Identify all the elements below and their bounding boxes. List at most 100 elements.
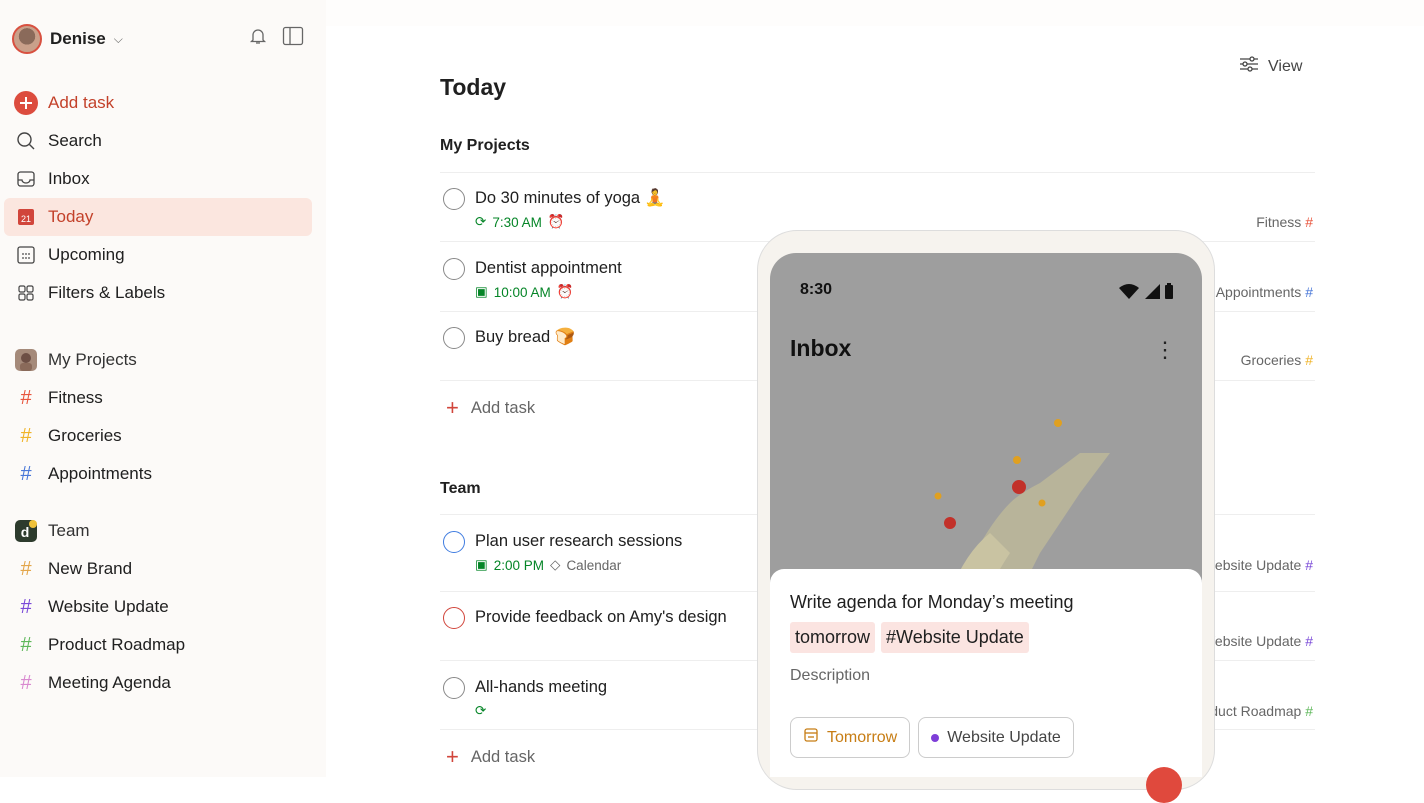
plus-circle-icon [14, 91, 38, 115]
team-logo-icon: d [14, 519, 38, 543]
task-checkbox[interactable] [443, 607, 465, 629]
view-label: View [1268, 57, 1303, 75]
task-checkbox[interactable] [443, 327, 465, 349]
filters-icon [14, 281, 38, 305]
sidebar-nav: Add task Search Inbox 21 Today Upcoming [4, 84, 312, 702]
recurring-icon: ⟳ [475, 703, 487, 718]
task-meta: ⟳ [475, 703, 486, 719]
plus-icon: + [446, 744, 459, 769]
sidebar-item-today[interactable]: 21 Today [4, 198, 312, 236]
task-checkbox[interactable] [443, 188, 465, 210]
calendar-grid-icon [14, 243, 38, 267]
sidebar-section-my-projects[interactable]: My Projects [4, 341, 312, 379]
description-input[interactable]: Description [790, 667, 870, 685]
team-badge-letter: d [21, 524, 30, 540]
date-chip: tomorrow [790, 622, 876, 653]
sidebar-item-groceries[interactable]: # Groceries [4, 417, 312, 455]
task-project-label: Website Update [1201, 557, 1302, 573]
task-project[interactable]: Groceries # [1241, 352, 1313, 368]
task-meta: ▣ 10:00 AM ⏰ [475, 284, 574, 300]
task-checkbox[interactable] [443, 258, 465, 280]
calendar-event-icon: ◇ [550, 557, 561, 572]
task-time: 2:00 PM [493, 557, 545, 573]
task-project-label: Fitness [1256, 214, 1302, 230]
sidebar-section-team[interactable]: d Team [4, 512, 312, 550]
sidebar-section-label: Team [48, 521, 90, 540]
sidebar-item-label: New Brand [48, 559, 133, 578]
sidebar-toggle-icon[interactable] [282, 26, 304, 51]
task-project[interactable]: Fitness # [1256, 214, 1313, 230]
hash-icon: # [1305, 703, 1313, 719]
recurring-icon: ⟳ [475, 214, 487, 229]
chevron-down-icon: ⌵ [113, 31, 123, 46]
task-name: Do 30 minutes of yoga 🧘 [475, 189, 666, 207]
sidebar-item-appointments[interactable]: # Appointments [4, 455, 312, 493]
task-project-label: Website Update [1201, 633, 1302, 649]
sidebar-item-label: Today [48, 207, 94, 226]
add-task-button[interactable]: + Add task [446, 395, 535, 421]
bell-icon[interactable] [248, 26, 268, 51]
sidebar-item-label: Fitness [48, 388, 103, 407]
sidebar-item-add-task[interactable]: Add task [4, 84, 312, 122]
calendar-icon: ▣ [475, 557, 488, 572]
due-date-button[interactable]: Tomorrow [790, 717, 911, 758]
group-title-my-projects: My Projects [440, 137, 530, 154]
sidebar-item-label: Website Update [48, 597, 169, 616]
alarm-icon: ⏰ [547, 214, 565, 229]
sidebar-item-label: Add task [48, 93, 115, 112]
sidebar-item-product-roadmap[interactable]: # Product Roadmap [4, 626, 312, 664]
task-checkbox[interactable] [443, 531, 465, 553]
task-checkbox[interactable] [443, 677, 465, 699]
phone-status-time: 8:30 [800, 281, 833, 298]
task-name: Buy bread 🍞 [475, 328, 576, 346]
hash-icon: # [1305, 284, 1313, 300]
project-label: Website Update [947, 728, 1061, 746]
hash-icon: # [20, 386, 32, 409]
hash-icon: # [1305, 214, 1313, 230]
task-project[interactable]: Appointments # [1216, 284, 1313, 300]
hash-icon: # [1305, 633, 1313, 649]
sidebar-item-website-update[interactable]: # Website Update [4, 588, 312, 626]
sidebar-item-label: Product Roadmap [48, 635, 186, 654]
sidebar-item-search[interactable]: Search [4, 122, 312, 160]
sidebar-item-label: Inbox [48, 169, 90, 188]
calendar-day: 21 [21, 214, 31, 224]
hash-icon: # [20, 671, 32, 694]
sidebar: Denise ⌵ Add task Search Inbox 21 Today … [0, 0, 326, 777]
task-project-label: Groceries [1240, 352, 1302, 368]
page-title: Today [440, 74, 507, 100]
sidebar-item-meeting-agenda[interactable]: # Meeting Agenda [4, 664, 312, 702]
sidebar-item-filters-labels[interactable]: Filters & Labels [4, 274, 312, 312]
project-button[interactable]: Website Update [918, 717, 1074, 758]
hash-icon: # [1305, 352, 1313, 368]
add-task-label: Add task [470, 398, 536, 417]
submit-button[interactable] [1146, 767, 1182, 803]
sidebar-item-inbox[interactable]: Inbox [4, 160, 312, 198]
hash-icon: # [1305, 557, 1313, 573]
task-calendar-label: Calendar [566, 557, 622, 573]
hash-icon: # [20, 595, 32, 618]
wifi-icon [1118, 283, 1140, 304]
sidebar-item-label: Appointments [48, 464, 152, 483]
user-menu[interactable]: Denise ⌵ [12, 24, 123, 54]
add-task-button[interactable]: + Add task [446, 744, 535, 770]
sidebar-item-fitness[interactable]: # Fitness [4, 379, 312, 417]
sidebar-top-icons [248, 26, 304, 51]
more-vertical-icon[interactable]: ⋮ [1154, 337, 1176, 363]
task-project[interactable]: Website Update # [1202, 557, 1313, 573]
phone-page-title: Inbox [790, 335, 852, 361]
view-button[interactable]: View [1238, 54, 1302, 79]
task-name: Plan user research sessions [475, 532, 683, 550]
plus-icon: + [446, 395, 459, 420]
group-title-team: Team [440, 480, 481, 497]
sidebar-item-upcoming[interactable]: Upcoming [4, 236, 312, 274]
sidebar-item-new-brand[interactable]: # New Brand [4, 550, 312, 588]
task-title-input[interactable]: Write agenda for Monday’s meeting [790, 592, 1074, 613]
sidebar-section-label: My Projects [48, 350, 137, 369]
sidebar-item-label: Upcoming [48, 245, 125, 264]
sliders-icon [1238, 54, 1260, 79]
hash-icon: # [20, 462, 32, 485]
task-project[interactable]: Website Update # [1202, 633, 1313, 649]
inbox-icon [14, 167, 38, 191]
sidebar-item-label: Groceries [48, 426, 122, 445]
